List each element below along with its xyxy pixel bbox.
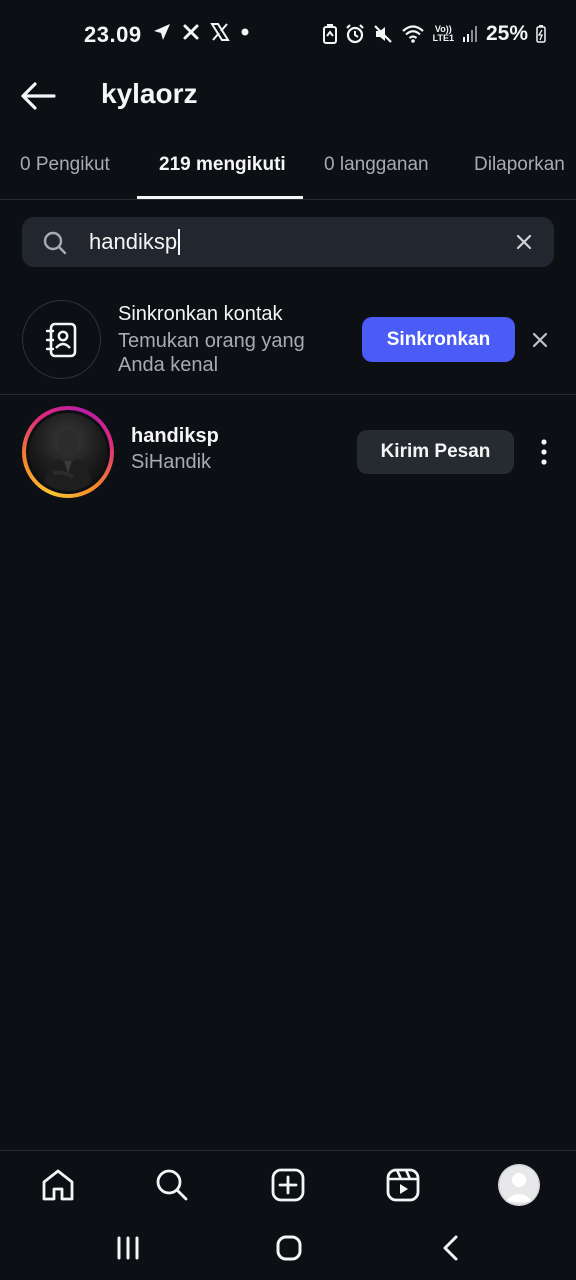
sync-contacts-row: Sinkronkan kontak Temukan orang yang And… (0, 290, 576, 395)
sync-contacts-subtitle: Temukan orang yang Anda kenal (118, 330, 305, 376)
create-icon (271, 1168, 305, 1202)
search-input-value: handiksp (89, 229, 178, 254)
user-list-item[interactable]: handiksp SiHandik Kirim Pesan (0, 400, 576, 505)
navigation-arrow-icon (154, 24, 170, 40)
search-icon (156, 1169, 188, 1201)
nav-home[interactable] (36, 1163, 80, 1207)
home-button[interactable] (269, 1232, 309, 1264)
screen: 23.09 Vo)) LTE1 25% kylaorz 0 Pengikut 2… (0, 0, 576, 1280)
status-right-icons: Vo)) LTE1 25% (322, 22, 546, 46)
contact-book-icon (45, 322, 76, 357)
network-lte: LTE1 (432, 33, 454, 43)
avatar (29, 413, 107, 491)
tab-bar: 0 Pengikut 219 mengikuti 0 langganan Dil… (0, 140, 576, 200)
search-input[interactable]: handiksp (89, 228, 181, 256)
back-icon (443, 1235, 458, 1261)
tab-subscriptions[interactable]: 0 langganan (324, 154, 429, 176)
close-x-icon (183, 24, 199, 40)
mute-icon (373, 25, 392, 43)
sync-contacts-title: Sinkronkan kontak (118, 303, 283, 325)
home-icon (42, 1169, 74, 1201)
avatar-border (26, 410, 110, 494)
alarm-icon (345, 24, 364, 44)
nav-search[interactable] (150, 1163, 194, 1207)
page-title: kylaorz (101, 78, 198, 109)
reels-icon (386, 1168, 420, 1202)
tab-followers[interactable]: 0 Pengikut (20, 154, 110, 176)
header: kylaorz (0, 70, 576, 130)
battery-percent: 25% (485, 22, 528, 45)
dot-icon (241, 28, 249, 36)
search-icon (43, 231, 67, 255)
default-avatar-icon (498, 1164, 540, 1206)
sync-button[interactable]: Sinkronkan (362, 317, 515, 362)
status-left-icons (152, 22, 250, 42)
battery-icon (536, 25, 546, 43)
bottom-navigation (0, 1150, 576, 1216)
x-logo-icon (210, 23, 230, 41)
full-name: SiHandik (131, 451, 212, 473)
recents-icon (117, 1236, 139, 1260)
signal-icon (462, 26, 477, 42)
close-icon[interactable] (514, 232, 534, 252)
back-button[interactable] (431, 1232, 471, 1264)
send-message-button[interactable]: Kirim Pesan (357, 430, 514, 474)
profile-avatar (498, 1164, 540, 1206)
arrow-left-icon (21, 82, 56, 110)
wifi-icon (401, 25, 424, 43)
status-time: 23.09 (84, 22, 142, 47)
nav-reels[interactable] (381, 1163, 425, 1207)
home-icon (276, 1235, 302, 1261)
status-bar: 23.09 Vo)) LTE1 25% (0, 0, 576, 70)
story-ring[interactable] (22, 406, 114, 498)
search-bar[interactable]: handiksp (22, 217, 554, 267)
sync-contacts-icon-wrap (22, 300, 101, 379)
person-photo (43, 429, 93, 491)
close-icon[interactable] (531, 331, 549, 349)
tab-reported[interactable]: Dilaporkan (474, 154, 565, 176)
username[interactable]: handiksp (131, 425, 219, 448)
active-tab-indicator (137, 196, 303, 199)
back-button[interactable] (20, 78, 60, 114)
tab-following[interactable]: 219 mengikuti (159, 154, 286, 176)
battery-saver-icon (322, 24, 337, 44)
system-navigation (0, 1216, 576, 1280)
recents-button[interactable] (108, 1232, 148, 1264)
more-options-icon[interactable] (534, 438, 554, 466)
network-type: Vo)) LTE1 (433, 25, 454, 43)
nav-profile[interactable] (497, 1163, 541, 1207)
nav-create[interactable] (266, 1163, 310, 1207)
text-caret (178, 229, 181, 255)
